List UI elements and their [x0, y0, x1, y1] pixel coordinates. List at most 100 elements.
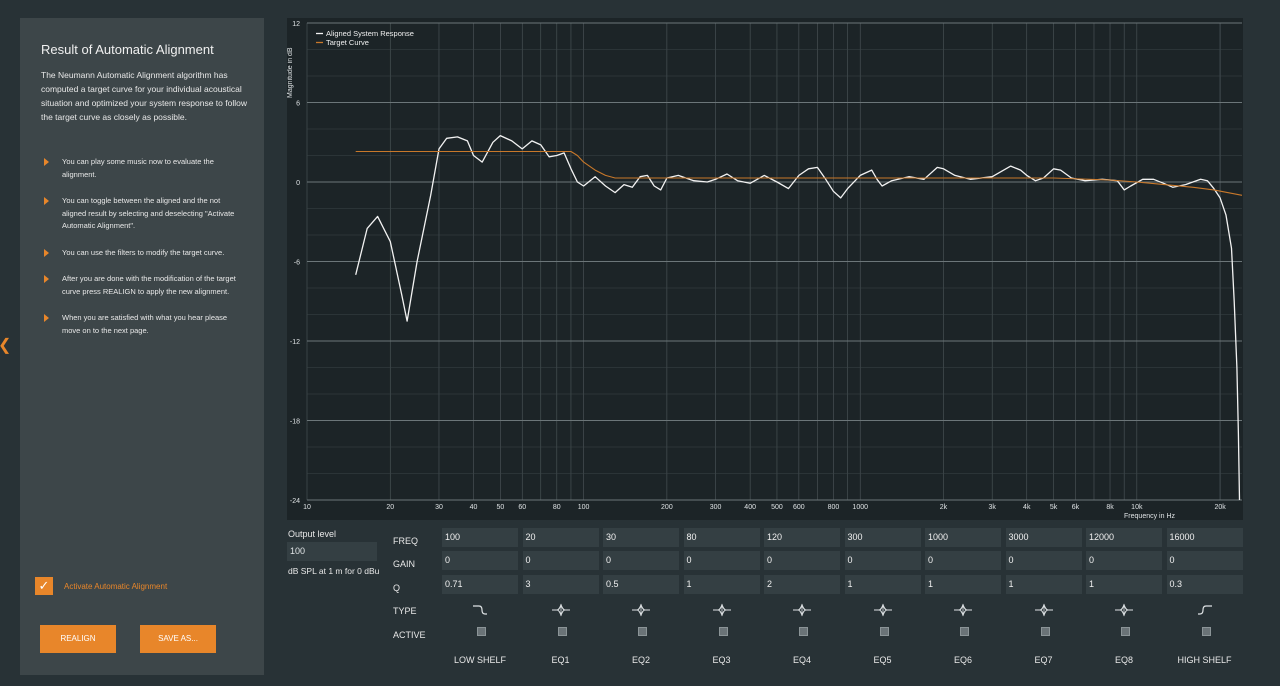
freq-input[interactable]: 120	[764, 528, 840, 547]
x-tick-label: 500	[771, 504, 783, 511]
q-input[interactable]: 0.5	[603, 575, 679, 594]
x-tick-label: 10	[303, 504, 311, 511]
x-tick-label: 2k	[940, 504, 948, 511]
gain-row-label: GAIN	[393, 559, 416, 569]
bullet-text: You can play some music now to evaluate …	[62, 157, 214, 179]
freq-row-label: FREQ	[393, 536, 419, 546]
x-tick-label: 50	[496, 504, 504, 511]
freq-input[interactable]: 30	[603, 528, 679, 547]
freq-input[interactable]: 12000	[1086, 528, 1162, 547]
x-tick-label: 30	[435, 504, 443, 511]
back-arrow-icon[interactable]: ❮	[0, 338, 11, 354]
freq-input[interactable]: 20	[522, 528, 599, 547]
active-checkbox[interactable]	[1040, 627, 1050, 636]
y-tick-label: -6	[294, 260, 300, 267]
x-axis-label: Frequency in Hz	[1124, 513, 1175, 520]
instructions-panel: Result of Automatic Alignment The Neuman…	[20, 18, 264, 675]
gain-input[interactable]: 0	[1166, 551, 1243, 570]
high-shelf-icon[interactable]	[1195, 603, 1215, 617]
peak-eq-icon[interactable]	[873, 603, 893, 617]
q-input[interactable]: 1	[1086, 575, 1162, 594]
filter-column-label: EQ2	[631, 655, 650, 665]
bullet-arrow-icon	[44, 275, 49, 283]
filter-column-label: EQ1	[551, 655, 570, 665]
x-tick-label: 4k	[1023, 504, 1031, 511]
active-checkbox[interactable]	[1201, 627, 1211, 636]
realign-button[interactable]: REALIGN	[40, 625, 116, 653]
q-input[interactable]: 1	[844, 575, 921, 594]
gain-input[interactable]: 0	[683, 551, 760, 570]
filter-column-label: EQ5	[873, 655, 892, 665]
freq-input[interactable]: 300	[844, 528, 921, 547]
gain-input[interactable]: 0	[764, 551, 840, 570]
y-tick-label: 12	[292, 21, 300, 28]
peak-eq-icon[interactable]	[1114, 603, 1134, 617]
active-checkbox[interactable]	[477, 627, 486, 636]
peak-eq-icon[interactable]	[631, 603, 651, 617]
filter-column-label: HIGH SHELF	[1177, 655, 1232, 665]
q-input[interactable]: 2	[764, 575, 840, 594]
save-as-button[interactable]: SAVE AS...	[140, 625, 216, 653]
freq-input[interactable]: 1000	[925, 528, 1001, 547]
active-checkbox[interactable]	[879, 627, 889, 636]
q-input[interactable]: 1	[1005, 575, 1082, 594]
x-tick-label: 8k	[1106, 504, 1114, 511]
y-tick-label: 0	[296, 180, 300, 187]
output-level-label: Output level	[288, 529, 337, 539]
freq-input[interactable]: 100	[442, 528, 518, 547]
activate-alignment-checkbox[interactable]: ✓	[35, 577, 53, 595]
active-checkbox[interactable]	[960, 627, 969, 636]
low-shelf-icon[interactable]	[470, 603, 490, 617]
type-row-label: TYPE	[393, 606, 417, 616]
output-level-field[interactable]: 100	[287, 542, 377, 561]
frequency-response-chart: 12 6 0 -6 -12 -18 -24 10 20 30 40 50 60 80 100 200 300 40…	[287, 18, 1243, 520]
bullet-arrow-icon	[44, 248, 49, 257]
q-input[interactable]: 1	[925, 575, 1001, 594]
list-item: When you are satisfied with what you hea…	[44, 312, 244, 337]
activate-alignment-label[interactable]: Activate Automatic Alignment	[64, 582, 167, 591]
peak-eq-icon[interactable]	[1034, 603, 1054, 617]
q-input[interactable]: 0.71	[442, 575, 518, 594]
x-tick-label: 10k	[1131, 504, 1143, 511]
q-input[interactable]: 0.3	[1166, 575, 1243, 594]
y-tick-label: 6	[296, 101, 300, 108]
gain-input[interactable]: 0	[442, 551, 518, 570]
panel-title: Result of Automatic Alignment	[41, 42, 214, 57]
y-tick-label: -18	[290, 419, 300, 426]
gain-input[interactable]: 0	[603, 551, 679, 570]
chart-canvas: 1260-6-12-18-2410 20 30 40 50 60 80 100 200 300 40…	[287, 21, 1243, 520]
freq-input[interactable]: 16000	[1166, 528, 1243, 547]
x-tick-label: 60	[518, 504, 526, 511]
gain-input[interactable]: 0	[1005, 551, 1082, 570]
x-tick-label: 6k	[1072, 504, 1080, 511]
gain-input[interactable]: 0	[844, 551, 921, 570]
x-tick-label: 600	[793, 504, 805, 511]
bullet-arrow-icon	[44, 314, 49, 322]
active-checkbox[interactable]	[1121, 627, 1130, 636]
active-checkbox[interactable]	[718, 627, 728, 636]
filter-column-label: LOW SHELF	[453, 655, 506, 665]
gain-input[interactable]: 0	[925, 551, 1001, 570]
q-input[interactable]: 3	[522, 575, 599, 594]
freq-input[interactable]: 80	[683, 528, 760, 547]
x-tick-label: 3k	[988, 504, 996, 511]
peak-eq-icon[interactable]	[792, 603, 812, 617]
filter-column-label: EQ6	[953, 655, 972, 665]
gain-input[interactable]: 0	[522, 551, 599, 570]
peak-eq-icon[interactable]	[551, 603, 571, 617]
peak-eq-icon[interactable]	[712, 603, 732, 617]
q-input[interactable]: 1	[683, 575, 760, 594]
x-tick-label: 1000	[852, 504, 868, 511]
active-checkbox[interactable]	[638, 627, 647, 636]
bullet-text: You can toggle between the aligned and t…	[62, 196, 235, 230]
x-tick-label: 100	[578, 504, 590, 511]
list-item: You can toggle between the aligned and t…	[44, 195, 244, 233]
active-checkbox[interactable]	[799, 627, 808, 636]
y-axis-label: Magnitude in dB	[287, 47, 294, 98]
freq-input[interactable]: 3000	[1005, 528, 1082, 547]
instruction-list: You can play some music now to evaluate …	[44, 156, 244, 351]
bullet-arrow-icon	[44, 197, 49, 205]
gain-input[interactable]: 0	[1086, 551, 1162, 570]
active-checkbox[interactable]	[557, 627, 567, 636]
peak-eq-icon[interactable]	[953, 603, 973, 617]
